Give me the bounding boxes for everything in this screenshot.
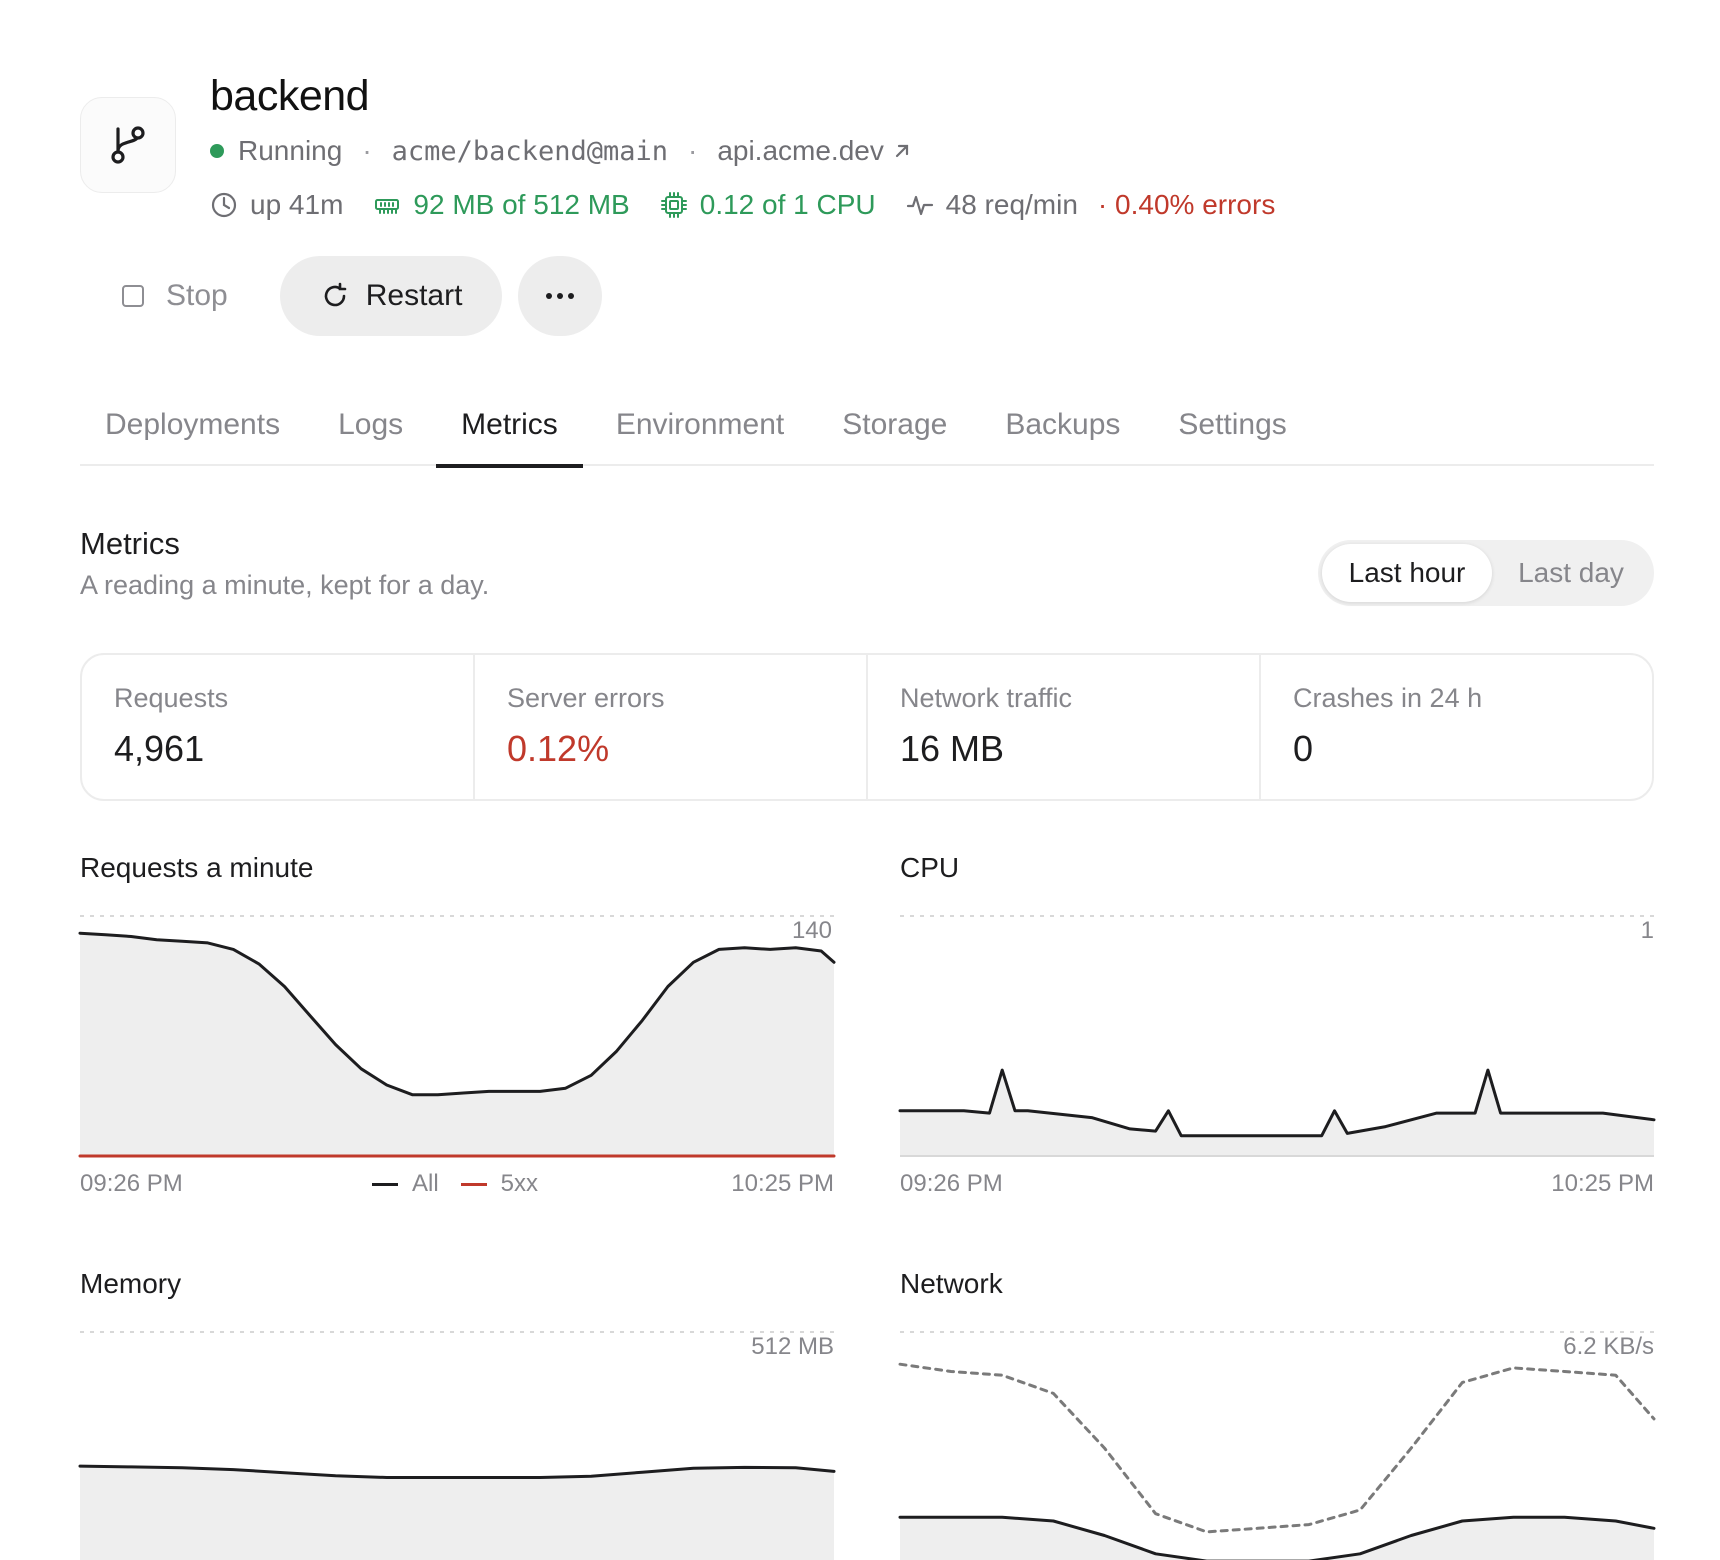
range-last-day[interactable]: Last day xyxy=(1492,544,1650,602)
cpu-chart xyxy=(898,915,1656,1157)
uptime-stat: up 41m xyxy=(210,189,343,221)
requests-legend: All 5xx xyxy=(372,1170,538,1198)
legend-swatch-5xx xyxy=(460,1182,487,1186)
cpu-x-start: 09:26 PM xyxy=(900,1170,1003,1197)
card-label: Requests xyxy=(114,683,229,713)
area-fill-network-out xyxy=(900,1517,1654,1560)
network-chart xyxy=(898,1331,1656,1560)
cpu-x-end: 10:25 PM xyxy=(1551,1170,1654,1197)
area-fill-memory xyxy=(80,1466,834,1560)
clock-icon xyxy=(211,192,237,218)
tab-environment[interactable]: Environment xyxy=(591,400,809,466)
status-line: Running · acme/backend@main · api.acme.d… xyxy=(210,134,912,168)
card-value: 4,961 xyxy=(114,728,205,769)
cpu-ymax-label: 1 xyxy=(1640,917,1654,944)
status-dot xyxy=(210,144,224,158)
requests-ymax-label: 140 xyxy=(791,917,832,944)
summary-cards: Requests 4,961 Server errors 0.12% Netwo… xyxy=(80,653,1654,801)
requests-x-end: 10:25 PM xyxy=(731,1170,834,1197)
requests-chart xyxy=(78,915,836,1158)
memory-chip-icon xyxy=(375,199,400,214)
card-label: Network traffic xyxy=(900,683,1073,713)
legend-label-5xx: 5xx xyxy=(500,1170,539,1197)
tab-storage[interactable]: Storage xyxy=(817,400,972,466)
memory-stat: 92 MB of 512 MB xyxy=(373,189,630,221)
card-value: 0.12% xyxy=(507,728,610,769)
more-button[interactable] xyxy=(518,256,603,336)
action-bar: Stop Restart xyxy=(100,256,603,336)
stats-line: up 41m 92 MB of 512 MB 0.12 of 1 CPU 48 … xyxy=(210,188,1275,222)
chart-title-requests: Requests a minute xyxy=(80,852,314,883)
area-fill-all xyxy=(80,933,834,1156)
status-label: Running xyxy=(238,135,343,166)
card-server-errors: Server errors 0.12% xyxy=(475,655,868,799)
requests-value: 48 req/min xyxy=(945,189,1078,220)
card-label: Crashes in 24 h xyxy=(1293,683,1483,713)
requests-stat: 48 req/min xyxy=(906,189,1078,221)
restart-label: Restart xyxy=(365,279,463,312)
card-label: Server errors xyxy=(507,683,665,713)
card-network-traffic: Network traffic 16 MB xyxy=(868,655,1261,799)
chart-title-memory: Memory xyxy=(80,1268,182,1299)
network-ymax-label: 6.2 KB/s xyxy=(1563,1333,1654,1360)
square-icon xyxy=(122,285,144,307)
cpu-value: 0.12 of 1 CPU xyxy=(699,189,876,220)
tab-deployments[interactable]: Deployments xyxy=(80,400,305,466)
legend-label-all: All xyxy=(412,1170,439,1197)
chart-title-network: Network xyxy=(900,1268,1003,1299)
repo-link[interactable]: acme/backend@main xyxy=(392,136,668,167)
tab-bar: Deployments Logs Metrics Environment Sto… xyxy=(80,400,1654,468)
series-line-network-in xyxy=(898,1362,1656,1534)
tab-backups[interactable]: Backups xyxy=(980,400,1145,466)
uptime-value: up 41m xyxy=(250,189,344,220)
card-requests: Requests 4,961 xyxy=(82,655,475,799)
git-branch-icon xyxy=(111,126,145,164)
memory-value: 92 MB of 512 MB xyxy=(413,189,630,220)
metrics-subtitle: A reading a minute, kept for a day. xyxy=(80,570,490,600)
cpu-icon xyxy=(660,192,687,218)
metrics-title: Metrics xyxy=(80,526,180,561)
card-value: 0 xyxy=(1293,728,1314,769)
external-link-icon xyxy=(892,141,912,161)
memory-chart xyxy=(78,1331,836,1560)
card-value: 16 MB xyxy=(900,728,1005,769)
tab-settings[interactable]: Settings xyxy=(1153,400,1311,466)
more-icon xyxy=(546,293,575,299)
memory-ymax-label: 512 MB xyxy=(751,1333,834,1360)
separator: · xyxy=(687,135,698,166)
cpu-stat: 0.12 of 1 CPU xyxy=(660,189,876,221)
domain-label: api.acme.dev xyxy=(717,135,884,166)
error-rate: · 0.40% errors xyxy=(1097,189,1276,220)
stop-button[interactable]: Stop xyxy=(100,256,250,336)
refresh-icon xyxy=(324,282,347,307)
service-title: backend xyxy=(210,72,370,120)
tab-metrics[interactable]: Metrics xyxy=(436,400,583,468)
time-range-toggle: Last hour Last day xyxy=(1318,540,1654,606)
tab-logs[interactable]: Logs xyxy=(313,400,428,466)
requests-x-start: 09:26 PM xyxy=(80,1170,183,1197)
card-crashes: Crashes in 24 h 0 xyxy=(1261,655,1652,799)
restart-button[interactable]: Restart xyxy=(279,256,503,336)
range-last-hour[interactable]: Last hour xyxy=(1322,544,1492,602)
stop-label: Stop xyxy=(166,279,228,312)
separator: · xyxy=(362,135,372,166)
chart-title-cpu: CPU xyxy=(900,852,960,883)
domain-link[interactable]: api.acme.dev xyxy=(717,135,912,167)
legend-swatch-all xyxy=(372,1182,398,1186)
activity-icon xyxy=(906,195,933,216)
app-icon xyxy=(80,97,176,193)
